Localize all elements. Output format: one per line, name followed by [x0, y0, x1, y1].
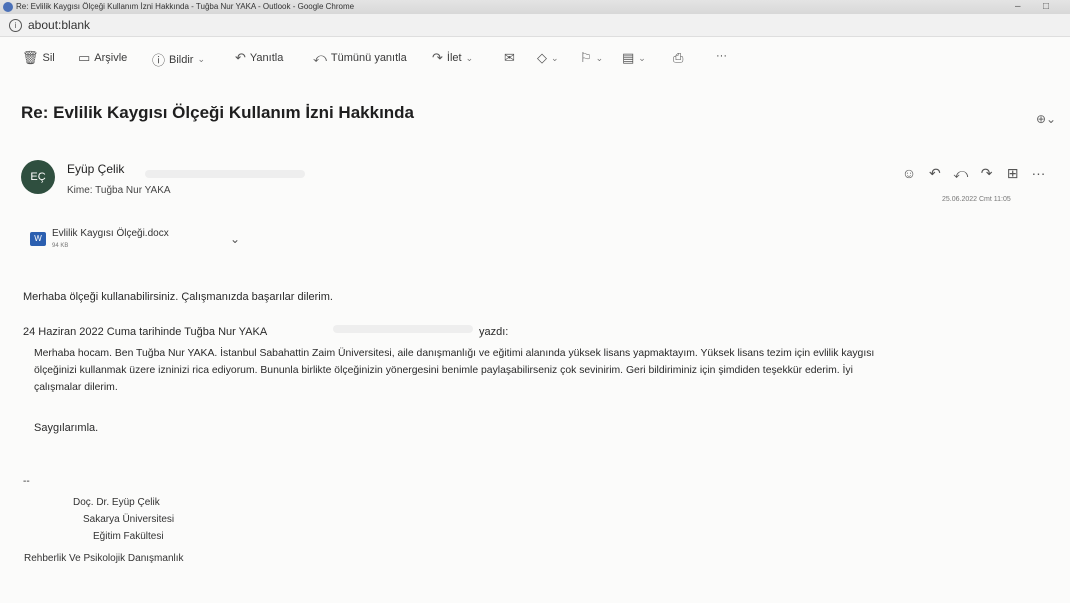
flag-button[interactable]: ⚐ ⌄: [580, 50, 603, 66]
attachment-size: 94 KB: [52, 243, 69, 249]
forward-button[interactable]: ↷ İlet ⌄: [432, 50, 473, 66]
reply-all-button[interactable]: ⤺ Tümünü yanıtla: [313, 50, 407, 66]
reply-all-label: Tümünü yanıtla: [330, 52, 407, 64]
quote-line: ölçeğinizi kullanmak üzere izninizi rica…: [34, 365, 853, 376]
envelope-open-icon: ✉: [504, 50, 515, 65]
emoji-icon[interactable]: ☺: [898, 165, 920, 181]
chevron-down-icon: ⌄: [465, 52, 474, 63]
quote-header-end: yazdı:: [479, 326, 509, 338]
signature-line: Rehberlik Ve Psikolojik Danışmanlık: [24, 553, 184, 564]
chevron-down-icon[interactable]: ⌄: [230, 232, 240, 246]
delete-button[interactable]: 🗑 Sil: [22, 50, 55, 66]
sender-name[interactable]: Eyüp Çelik: [67, 162, 124, 176]
more-icon[interactable]: ···: [1027, 165, 1049, 181]
archive-icon: ▭: [78, 50, 91, 65]
report-button[interactable]: ⓘ Bildir ⌄: [152, 50, 205, 69]
flag-icon: ⚐: [580, 50, 592, 65]
more-icon: ···: [716, 50, 727, 62]
signature-line: Doç. Dr. Eyüp Çelik: [73, 497, 160, 508]
signature-line: Eğitim Fakültesi: [93, 531, 164, 542]
message-actions: ☺ ↶ ⤺ ↷ ⊞ ···: [898, 165, 1049, 182]
chrome-icon: [3, 2, 13, 12]
address-bar[interactable]: i about:blank: [0, 14, 1070, 37]
reply-all-icon[interactable]: ⤺: [950, 165, 972, 182]
report-label: Bildir: [169, 53, 194, 66]
move-button[interactable]: ▤ ⌄: [622, 50, 646, 66]
signature-line: Sakarya Üniversitesi: [83, 514, 175, 525]
quote-header-start: 24 Haziran 2022 Cuma tarihinde Tuğba Nur…: [23, 326, 268, 338]
forward-icon: ↷: [432, 50, 443, 65]
reply-all-icon: ⤺: [313, 50, 327, 65]
mail-subject: Re: Evlilik Kaygısı Ölçeği Kullanım İzni…: [21, 103, 415, 122]
reply-icon: ↶: [235, 50, 246, 65]
url-text: about:blank: [28, 18, 91, 32]
report-icon: ⓘ: [152, 53, 166, 68]
mark-read-button[interactable]: ✉: [504, 50, 515, 66]
reply-icon[interactable]: ↶: [924, 165, 946, 182]
reply-button[interactable]: ↶ Yanıtla: [235, 50, 283, 66]
forward-label: İlet: [446, 52, 462, 64]
trash-icon: 🗑: [22, 50, 39, 65]
redacted-email: [333, 325, 473, 333]
window-title: Re: Evlilik Kaygısı Ölçeği Kullanım İzni…: [16, 2, 355, 11]
avatar[interactable]: EÇ: [21, 160, 55, 194]
more-button[interactable]: ···: [716, 50, 727, 62]
tag-icon: ◇: [537, 50, 547, 65]
word-doc-icon: W: [30, 232, 46, 246]
quote-line: çalışmalar dilerim.: [34, 382, 118, 393]
maximize-button[interactable]: □: [1043, 0, 1049, 14]
archive-button[interactable]: ▭ Arşivle: [78, 50, 127, 66]
chevron-down-icon: ⌄: [638, 52, 646, 63]
window-titlebar: Re: Evlilik Kaygısı Ölçeği Kullanım İzni…: [0, 0, 1070, 14]
quote-line: Merhaba hocam. Ben Tuğba Nur YAKA. İstan…: [34, 348, 875, 359]
reply-text: Merhaba ölçeği kullanabilirsiniz. Çalışm…: [23, 291, 333, 303]
tag-button[interactable]: ◇ ⌄: [537, 50, 559, 66]
chevron-down-icon: ⌄: [551, 52, 559, 63]
folder-move-icon: ▤: [622, 50, 635, 65]
archive-label: Arşivle: [94, 52, 128, 64]
forward-icon[interactable]: ↷: [976, 165, 998, 182]
zoom-icon[interactable]: ⊕⌄: [1036, 112, 1056, 126]
closing-text: Saygılarımla.: [34, 422, 99, 434]
chevron-down-icon: ⌄: [595, 52, 604, 63]
mail-date: 25.06.2022 Cmt 11:05: [942, 196, 1011, 203]
minimize-button[interactable]: –: [1015, 0, 1021, 14]
redacted-email: [145, 170, 305, 178]
chevron-down-icon: ⌄: [197, 54, 206, 64]
info-icon[interactable]: i: [9, 19, 22, 32]
recipient-line: Kime: Tuğba Nur YAKA: [67, 185, 171, 196]
attachment-card[interactable]: W Evlilik Kaygısı Ölçeği.docx 94 KB ⌄: [30, 228, 260, 262]
mail-toolbar: 🗑 Sil ▭ Arşivle ⓘ Bildir ⌄ ↶ Yanıtla ⤺ T…: [0, 44, 1070, 70]
reply-label: Yanıtla: [249, 52, 284, 64]
signature-separator: --: [23, 476, 30, 487]
delete-label: Sil: [42, 52, 55, 64]
print-button[interactable]: ⎙: [673, 50, 683, 66]
print-icon: ⎙: [673, 50, 684, 65]
attachment-name: Evlilik Kaygısı Ölçeği.docx: [52, 228, 169, 239]
grid-icon[interactable]: ⊞: [1002, 165, 1024, 182]
